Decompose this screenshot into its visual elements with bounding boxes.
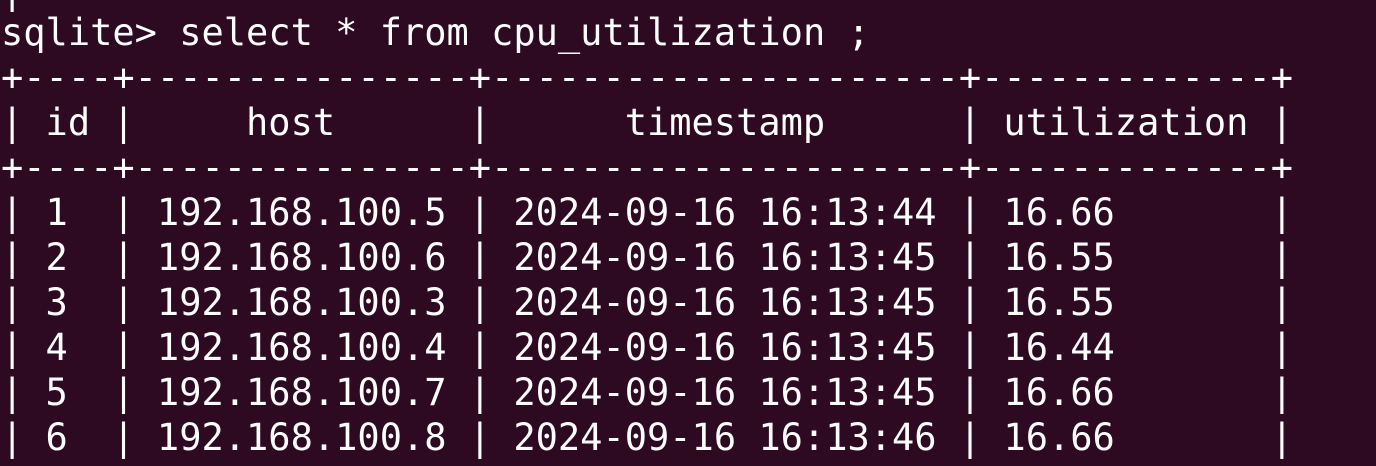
table-row: | 3 | 192.168.100.3 | 2024-09-16 16:13:4… xyxy=(1,281,1294,324)
table-row: | 4 | 192.168.100.4 | 2024-09-16 16:13:4… xyxy=(1,326,1294,369)
terminal-window[interactable]: | sqlite> select * from cpu_utilization … xyxy=(0,0,1376,466)
table-row: | 5 | 192.168.100.7 | 2024-09-16 16:13:4… xyxy=(1,371,1294,414)
table-header-row: | id | host | timestamp | utilization | xyxy=(1,101,1294,144)
table-border-header: +----+---------------+------------------… xyxy=(1,146,1294,189)
table-row: | 6 | 192.168.100.8 | 2024-09-16 16:13:4… xyxy=(1,416,1294,459)
sql-command[interactable]: select * from cpu_utilization ; xyxy=(157,11,870,54)
table-row: | 2 | 192.168.100.6 | 2024-09-16 16:13:4… xyxy=(1,236,1294,279)
sqlite-prompt: sqlite> xyxy=(1,11,157,54)
table-border-top: +----+---------------+------------------… xyxy=(1,56,1294,99)
table-row: | 1 | 192.168.100.5 | 2024-09-16 16:13:4… xyxy=(1,191,1294,234)
command-line[interactable]: sqlite> select * from cpu_utilization ; xyxy=(1,10,870,55)
